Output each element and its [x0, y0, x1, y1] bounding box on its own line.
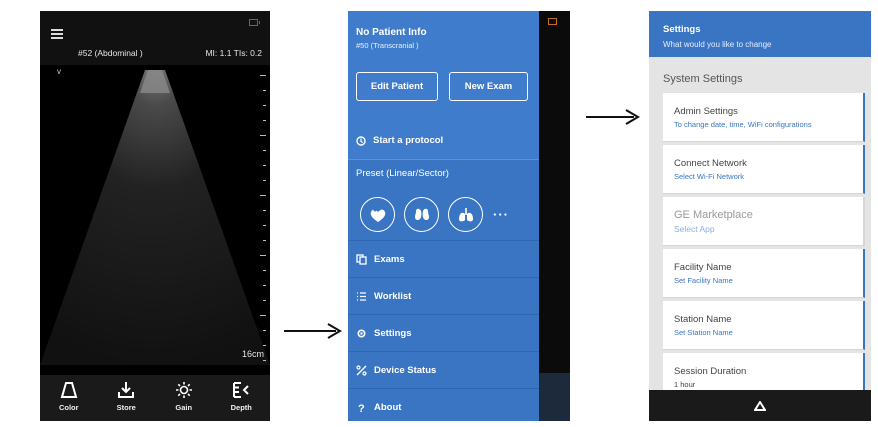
nav-item-worklist[interactable]: Worklist — [348, 277, 539, 314]
card-subtitle: Set Station Name — [674, 328, 733, 337]
depth-button[interactable]: Depth — [213, 375, 271, 421]
mi-tis-readout: MI: 1.1 TIs: 0.2 — [205, 48, 262, 58]
navigation-drawer: No Patient Info #50 (Transcranial ) Edit… — [348, 11, 539, 421]
card-subtitle: Select Wi-Fi Network — [674, 172, 745, 181]
hamburger-menu-icon[interactable] — [51, 29, 63, 39]
depth-icon — [233, 382, 249, 398]
card-title: Station Name — [674, 314, 732, 325]
connect-network-item[interactable]: Connect Network Select Wi-Fi Network — [663, 145, 865, 194]
store-icon — [118, 382, 135, 398]
card-subtitle: 1 hour — [674, 380, 696, 389]
device-status-icon — [356, 364, 367, 376]
menu-screen: No Patient Info #50 (Transcranial ) Edit… — [348, 11, 570, 421]
card-title: GE Marketplace — [674, 209, 753, 221]
section-heading: System Settings — [663, 73, 743, 85]
card-title: Session Duration — [674, 366, 747, 377]
nav-item-label: Worklist — [374, 290, 412, 302]
settings-bottom-bar — [649, 390, 871, 421]
svg-text:?: ? — [358, 403, 365, 413]
background-scan-peek — [539, 11, 570, 421]
admin-settings-item[interactable]: Admin Settings To change date, time, WiF… — [663, 93, 865, 142]
worklist-icon — [357, 291, 366, 301]
edit-patient-button[interactable]: Edit Patient — [356, 72, 438, 101]
new-exam-button[interactable]: New Exam — [449, 72, 528, 101]
drawer-header: No Patient Info #50 (Transcranial ) Edit… — [348, 11, 539, 159]
gain-button[interactable]: Gain — [155, 375, 213, 421]
store-button[interactable]: Store — [98, 375, 156, 421]
card-subtitle: To change date, time, WiFi configuration… — [674, 120, 812, 129]
preset-kidney-button[interactable] — [404, 197, 439, 232]
nav-item-device-status[interactable]: Device Status — [348, 351, 539, 388]
preset-lungs-button[interactable] — [448, 197, 483, 232]
arrow-right-icon — [586, 109, 640, 125]
ultrasound-image[interactable] — [40, 65, 270, 365]
patient-preset: #50 (Transcranial ) — [356, 41, 419, 50]
preset-heart-button[interactable] — [360, 197, 395, 232]
start-protocol-label: Start a protocol — [373, 135, 444, 146]
question-icon: ? — [358, 403, 365, 413]
more-presets-button[interactable]: ··· — [493, 207, 509, 222]
nav-item-label: Settings — [374, 327, 412, 339]
settings-screen: Settings What would you like to change S… — [649, 11, 871, 421]
preset-label: #52 (Abdominal ) — [78, 48, 143, 58]
protocol-icon — [356, 135, 366, 146]
card-subtitle: Set Facility Name — [674, 276, 733, 285]
collapse-up-icon[interactable] — [754, 400, 766, 411]
ge-marketplace-item[interactable]: GE Marketplace Select App — [663, 197, 865, 246]
card-subtitle: Select App — [674, 224, 715, 234]
nav-list: Exams Worklist Settings Device Status ? … — [348, 240, 539, 421]
start-protocol-item[interactable]: Start a protocol — [356, 135, 443, 146]
scan-top-bar: #52 (Abdominal ) MI: 1.1 TIs: 0.2 — [40, 11, 270, 65]
color-icon — [60, 382, 78, 398]
gain-icon — [175, 382, 192, 398]
store-label: Store — [116, 403, 136, 412]
nav-item-label: Exams — [374, 253, 405, 265]
station-name-item[interactable]: Station Name Set Station Name — [663, 301, 865, 350]
depth-scale — [260, 75, 266, 375]
nav-item-settings[interactable]: Settings — [348, 314, 539, 351]
scan-toolbar: Color Store Gain Depth — [40, 375, 270, 421]
page-title: Settings — [663, 24, 701, 35]
page-subtitle: What would you like to change — [663, 40, 772, 49]
card-title: Facility Name — [674, 262, 732, 273]
lungs-icon — [458, 207, 473, 221]
nav-item-label: Device Status — [374, 364, 437, 376]
nav-item-exams[interactable]: Exams — [348, 240, 539, 277]
preset-title: Preset (Linear/Sector) — [356, 168, 449, 179]
drawer-divider — [348, 159, 539, 160]
settings-header: Settings What would you like to change — [649, 11, 871, 57]
card-title: Admin Settings — [674, 106, 738, 117]
depth-label: Depth — [230, 403, 252, 412]
facility-name-item[interactable]: Facility Name Set Facility Name — [663, 249, 865, 298]
scan-sector — [40, 70, 270, 365]
depth-readout: 16cm — [241, 349, 264, 359]
patient-title: No Patient Info — [356, 27, 427, 38]
gain-label: Gain — [175, 403, 193, 412]
nav-item-label: About — [374, 401, 402, 413]
color-button[interactable]: Color — [40, 375, 98, 421]
battery-low-icon — [249, 19, 260, 26]
figure-canvas: #52 (Abdominal ) MI: 1.1 TIs: 0.2 v 16cm… — [0, 0, 878, 427]
color-label: Color — [58, 403, 79, 412]
exams-icon — [356, 253, 367, 265]
kidney-icon — [414, 208, 429, 220]
arrow-right-icon — [284, 323, 342, 339]
settings-list: Admin Settings To change date, time, WiF… — [663, 93, 865, 405]
gear-icon — [357, 328, 366, 338]
preset-list: ··· — [360, 197, 509, 232]
nav-item-about[interactable]: ? About — [348, 388, 539, 421]
heart-icon — [370, 208, 385, 222]
card-title: Connect Network — [674, 158, 747, 169]
scan-screen: #52 (Abdominal ) MI: 1.1 TIs: 0.2 v 16cm… — [40, 11, 270, 421]
